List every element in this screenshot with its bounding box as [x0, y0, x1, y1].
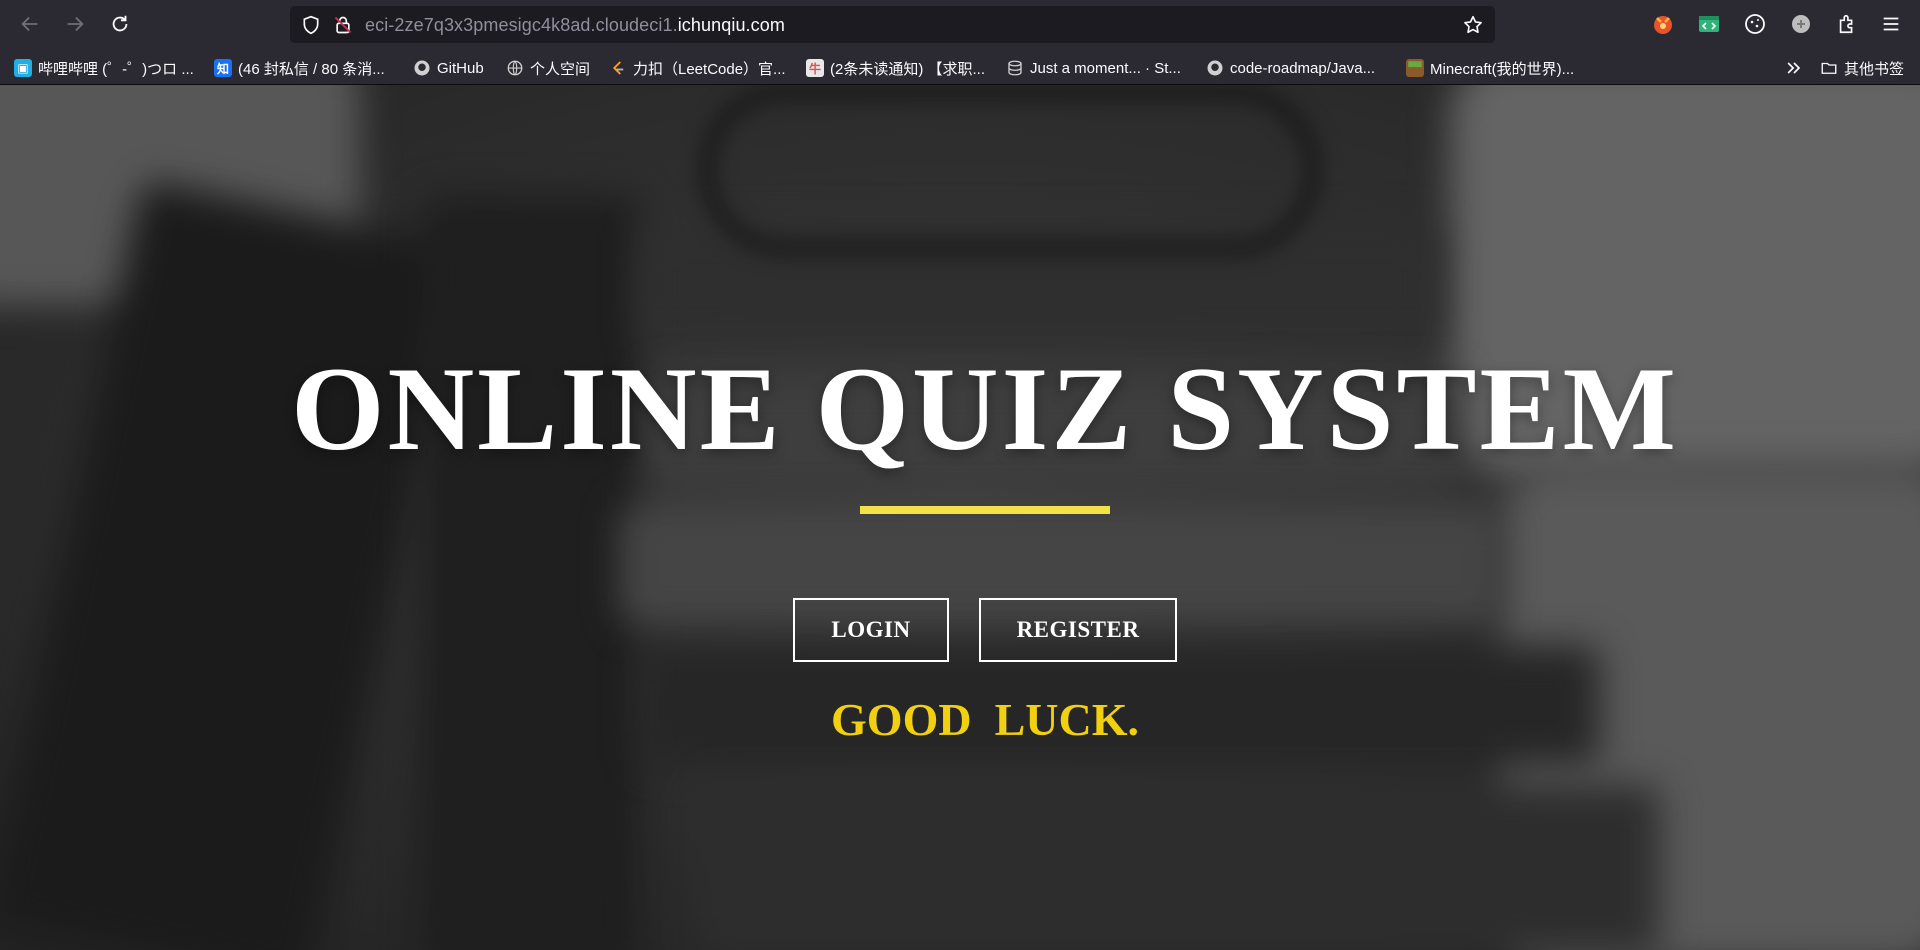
minecraft-icon — [1406, 59, 1424, 77]
forward-button[interactable] — [61, 10, 89, 38]
bookmark-label: 个人空间 — [530, 60, 591, 78]
forward-arrow-icon — [67, 16, 84, 32]
bookmark-label: (46 封私信 / 80 条消... — [238, 60, 385, 78]
bookmark-item[interactable]: code-roadmap/Java... — [1206, 57, 1375, 79]
bookmark-item[interactable]: GitHub — [413, 57, 484, 79]
bilibili-icon: ▣ — [14, 59, 32, 77]
login-button[interactable]: LOGIN — [793, 598, 949, 662]
extension-devtools-icon[interactable] — [1696, 11, 1722, 37]
bookmark-label: 哔哩哔哩 (゜-゜)つロ ... — [38, 60, 194, 78]
url-subdomain: eci-2ze7q3x3pmesigc4k8ad.cloudeci1. — [365, 15, 678, 35]
register-button[interactable]: REGISTER — [979, 598, 1177, 662]
extension-cookie-icon[interactable] — [1742, 11, 1768, 37]
title-underline — [860, 506, 1110, 514]
more-bookmarks-chevron-icon[interactable] — [1784, 57, 1804, 79]
bookmark-label: 力扣（LeetCode）官... — [633, 60, 786, 78]
bookmark-item[interactable]: 知 (46 封私信 / 80 条消... — [214, 57, 385, 79]
other-bookmarks-label: 其他书签 — [1844, 60, 1905, 78]
nowcoder-icon: 牛 — [806, 59, 824, 77]
github-icon — [1206, 59, 1224, 77]
url-domain: ichunqiu.com — [677, 15, 785, 35]
github-icon — [413, 59, 431, 77]
bookmarks-bar: ▣ 哔哩哔哩 (゜-゜)つロ ... 知 (46 封私信 / 80 条消... … — [0, 49, 1920, 85]
bookmark-item[interactable]: 牛 (2条未读通知) 【求职... — [806, 57, 985, 79]
url-text[interactable]: eci-2ze7q3x3pmesigc4k8ad.cloudeci1.ichun… — [365, 15, 785, 36]
bookmark-item[interactable]: 力扣（LeetCode）官... — [609, 57, 786, 79]
bookmark-label: GitHub — [437, 59, 484, 77]
other-bookmarks-folder[interactable]: 其他书签 — [1820, 57, 1904, 79]
globe-icon — [506, 59, 524, 77]
bookmark-label: code-roadmap/Java... — [1230, 59, 1376, 77]
page-title: ONLINE QUIZ SYSTEM — [291, 342, 1679, 475]
extensions-puzzle-icon[interactable] — [1834, 11, 1860, 37]
bookmark-label: (2条未读通知) 【求职... — [830, 60, 986, 78]
bookmark-item[interactable]: Minecraft(我的世界)... — [1406, 57, 1574, 79]
tagline: GOOD LUCK. — [831, 694, 1139, 745]
page-content: ONLINE QUIZ SYSTEM LOGIN REGISTER GOOD L… — [0, 85, 1920, 950]
back-arrow-icon — [21, 16, 38, 32]
back-button[interactable] — [16, 10, 44, 38]
insecure-lock-icon[interactable] — [332, 14, 354, 36]
browser-toolbar: eci-2ze7q3x3pmesigc4k8ad.cloudeci1.ichun… — [0, 0, 1920, 49]
shield-icon[interactable] — [300, 14, 322, 36]
bookmark-label: Minecraft(我的世界)... — [1430, 60, 1575, 78]
bookmark-item[interactable]: Just a moment... · St... — [1006, 57, 1181, 79]
bookmark-item[interactable]: ▣ 哔哩哔哩 (゜-゜)つロ ... — [14, 57, 194, 79]
zhihu-icon: 知 — [214, 59, 232, 77]
leetcode-icon — [609, 59, 627, 77]
extension-fox-icon[interactable] — [1650, 11, 1676, 37]
url-bar[interactable]: eci-2ze7q3x3pmesigc4k8ad.cloudeci1.ichun… — [290, 6, 1495, 43]
reload-icon — [112, 15, 128, 32]
reload-button[interactable] — [106, 10, 134, 38]
background-overlay — [0, 85, 1920, 950]
extension-gray-circle-icon[interactable] — [1788, 11, 1814, 37]
menu-hamburger-icon[interactable] — [1878, 11, 1904, 37]
bookmark-star-icon[interactable] — [1462, 14, 1484, 36]
bookmark-label: Just a moment... · St... — [1030, 59, 1181, 77]
folder-icon — [1820, 59, 1838, 77]
stack-icon — [1006, 59, 1024, 77]
bookmark-item[interactable]: 个人空间 — [506, 57, 590, 79]
